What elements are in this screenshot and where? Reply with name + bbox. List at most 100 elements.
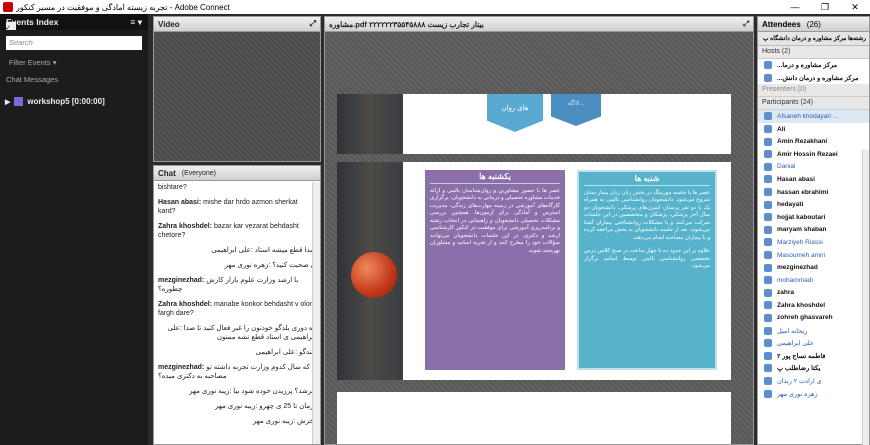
- participant-row[interactable]: یکتا رضاطلب پ: [758, 362, 869, 375]
- video-pod-header: Video ⤢: [154, 17, 320, 32]
- sunday-title: یکشنبه ها: [430, 173, 560, 184]
- host-name: ...مرکز مشاوره و درما: [777, 62, 838, 70]
- attendees-count: (26): [806, 19, 821, 29]
- chat-scrollbar[interactable]: [312, 182, 320, 444]
- participant-row[interactable]: hojjat kaboutari: [758, 211, 869, 224]
- participant-icon: [764, 112, 772, 121]
- participant-row[interactable]: Hasan abasi: [758, 173, 869, 186]
- expand-arrow-icon[interactable]: ▶: [5, 98, 10, 106]
- participant-row[interactable]: maryam shaban: [758, 224, 869, 237]
- participant-row[interactable]: Marziyeh Riassi: [758, 236, 869, 249]
- share-pod-header: مشاوره.pdf ۲۲۲۲۲۲۳۵۵۴۵۸۸۸ بیتار تجارب زی…: [325, 17, 753, 32]
- chat-message: ی صحبت کنید؟ :زهره نوری مهر: [158, 261, 316, 270]
- participant-row[interactable]: Zahra khoshdel: [758, 299, 869, 312]
- chat-message: ترمان تا 25 ی چهرو :زیبه نوری مهر: [158, 402, 316, 411]
- presenters-section[interactable]: Presenters (0): [758, 84, 869, 98]
- participant-row[interactable]: زهره نوری مهر: [758, 387, 869, 400]
- event-item-workshop5[interactable]: ▶ workshop5 [0:00:00]: [0, 94, 148, 109]
- participant-icon: [764, 213, 772, 222]
- filter-events-dropdown[interactable]: Filter Events ▾: [0, 54, 148, 71]
- participant-row[interactable]: hedayati: [758, 198, 869, 211]
- participant-row[interactable]: Amin Rezakhani: [758, 135, 869, 148]
- fullscreen-icon[interactable]: ⤢: [310, 19, 316, 29]
- events-search-input[interactable]: Search: [6, 36, 142, 50]
- apple-image: [351, 252, 397, 298]
- host-icon: [764, 61, 772, 70]
- events-menu-icon[interactable]: ≡ ▾: [130, 17, 142, 28]
- chat-sender: Hasan abasi:: [158, 199, 202, 206]
- participant-row[interactable]: Masoumeh amiri: [758, 249, 869, 262]
- participant-row[interactable]: Ali: [758, 123, 869, 136]
- participant-name: hojjat kaboutari: [777, 213, 826, 221]
- chat-text: bishtare?: [158, 184, 187, 191]
- chat-sender: mezginezhad:: [158, 364, 205, 371]
- video-pod-title: Video: [158, 19, 180, 29]
- saturday-text: عصر ها با جلسه مورنینگ در بخش زنان زنان …: [584, 189, 710, 241]
- chat-message: Zahra khoshdel: bazar kar vezarat behdas…: [158, 222, 316, 240]
- chat-text: بخرش :زیبه نوری مهر: [252, 418, 316, 425]
- chat-message: خرشد؟ پرزیدن خوده شود بیا :زیبه نوری مهر: [158, 387, 316, 396]
- participant-row[interactable]: Afsaneh khodayari ...: [758, 110, 869, 123]
- chat-scope[interactable]: (Everyone): [182, 170, 216, 177]
- participant-row[interactable]: zohreh ghasvareh: [758, 312, 869, 325]
- video-area: [154, 32, 320, 161]
- chat-sender: mezginezhad:: [158, 277, 205, 284]
- saturday-title: شنبه ها: [584, 175, 710, 186]
- participant-icon: [764, 276, 772, 285]
- chat-text: خرشد؟ پرزیدن خوده شود بیا :زیبه نوری مهر: [189, 388, 316, 395]
- chat-text: زه دوری بلدگو خودتون را غیر فعال کنید تا…: [167, 325, 316, 341]
- participant-name: mohammadi: [777, 276, 813, 284]
- recording-icon: [14, 97, 24, 106]
- participant-icon: [764, 301, 772, 310]
- close-button[interactable]: ✕: [840, 2, 870, 13]
- chat-message: بخرش :زیبه نوری مهر: [158, 417, 316, 426]
- participant-row[interactable]: ی ارادت ۲ زندان: [758, 375, 869, 388]
- participant-name: Masoumeh amiri: [777, 251, 826, 259]
- hosts-list: ...مرکز مشاوره و درما ...مرکز مشاوره و در…: [758, 59, 869, 84]
- minimize-button[interactable]: —: [780, 2, 810, 12]
- participant-row[interactable]: Danial: [758, 161, 869, 174]
- participant-icon: [764, 175, 772, 184]
- participant-icon: [764, 150, 772, 159]
- participant-row[interactable]: hassan ebrahimi: [758, 186, 869, 199]
- participant-name: زهره نوری مهر: [777, 390, 818, 398]
- participant-name: Zahra khoshdel: [777, 301, 826, 309]
- participant-icon: [764, 137, 772, 146]
- hexagon-heading: های روان: [487, 94, 543, 132]
- host-row[interactable]: ...مرکز مشاوره و درمان دانش: [758, 72, 869, 85]
- participant-row[interactable]: mohammadi: [758, 274, 869, 287]
- participants-section[interactable]: Participants (24): [758, 97, 869, 111]
- document-viewer[interactable]: های روان لااگه... یکشنبه ها عصر ها با حض…: [325, 32, 753, 444]
- participant-row[interactable]: ریحانه امیل: [758, 324, 869, 337]
- host-row[interactable]: ...مرکز مشاوره و درما: [758, 59, 869, 72]
- chat-sender: Zahra khoshdel:: [158, 301, 213, 308]
- participant-icon: [764, 251, 772, 260]
- participant-row[interactable]: فاطمه نساج پور ۲: [758, 349, 869, 362]
- my-status[interactable]: رشته‌ها مرکز مشاوره و درمان دانشگاه پ: [758, 32, 869, 46]
- pdf-page: یکشنبه ها عصر ها با حضور مشاورین و روان‌…: [337, 162, 731, 380]
- participant-icon: [764, 351, 772, 360]
- attendees-scrollbar[interactable]: [862, 150, 869, 445]
- chat-messages-checkbox[interactable]: ✓ Chat Messages: [0, 22, 148, 88]
- participant-name: zohreh ghasvareh: [777, 314, 833, 322]
- participant-name: hassan ebrahimi: [777, 188, 829, 196]
- participant-name: maryam shaban: [777, 226, 827, 234]
- participant-name: Ali: [777, 125, 786, 133]
- maximize-button[interactable]: ❐: [810, 2, 840, 13]
- hexagon-small: لااگه...: [551, 94, 601, 126]
- participant-name: Hasan abasi: [777, 175, 815, 183]
- participant-icon: [764, 376, 772, 385]
- attendees-header: Attendees (26): [758, 17, 869, 32]
- window-title: تجربه زیسته آمادگی و موفقیت در مسیر کنکو…: [16, 2, 230, 12]
- events-index-panel: Events Index ≡ ▾ Search Filter Events ▾ …: [0, 14, 148, 445]
- participant-row[interactable]: Amir Hossin Rezaei: [758, 148, 869, 161]
- chat-text: صدا قطع میشه استاد :علی ابراهیمی: [211, 247, 316, 254]
- participant-row[interactable]: mezginezhad: [758, 261, 869, 274]
- participant-row[interactable]: zahra: [758, 287, 869, 300]
- sunday-text: عصر ها با حضور مشاورین و روان‌شناسان بال…: [430, 187, 560, 254]
- participant-name: فاطمه نساج پور ۲: [777, 352, 826, 360]
- participant-row[interactable]: علی ابراهیمی: [758, 337, 869, 350]
- chat-text: بلندگو :علی ابراهیمی: [255, 349, 316, 356]
- hosts-section[interactable]: Hosts (2): [758, 46, 869, 59]
- fullscreen-icon[interactable]: ⤢: [743, 19, 749, 29]
